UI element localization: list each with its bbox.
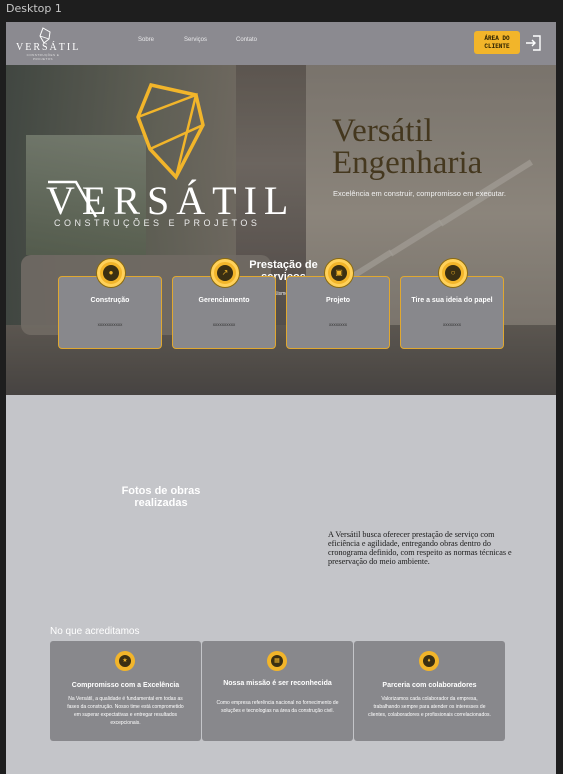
logo-subtitle: CONSTRUÇÕES E PROJETOS	[26, 53, 60, 61]
service-card-text: xxxxxxxx	[443, 322, 461, 327]
blueprint-icon: ▣	[325, 259, 353, 287]
service-card-title: Gerenciamento	[198, 297, 250, 304]
values-title: No que acreditamos	[50, 626, 140, 637]
hero-title-line1: Versátil	[332, 113, 433, 149]
value-card-excelencia: ★ Compromisso com a Excelência Na Versát…	[50, 641, 201, 741]
hero-title-line2: Engenharia	[332, 145, 483, 181]
service-card-title: Construção	[90, 297, 130, 304]
hero-title: Versátil Engenharia	[332, 113, 532, 181]
value-card-title: Compromisso com a Excelência	[71, 682, 180, 689]
about-text: A Versátil busca oferecer prestação de s…	[328, 530, 512, 566]
nav-sobre[interactable]: Sobre	[138, 37, 154, 43]
hero-logo-subtitle: CONSTRUÇÕES E PROJETOS	[54, 218, 261, 228]
photos-title: Fotos de obras realizadas	[121, 485, 201, 509]
site-header: VERSÁTIL CONSTRUÇÕES E PROJETOS Sobre Se…	[6, 22, 556, 65]
service-card-title: Tire a sua ideia do papel	[411, 297, 493, 304]
login-icon[interactable]	[524, 34, 542, 52]
lightbulb-icon: ○	[439, 259, 467, 287]
value-card-text: Valorizamos cada colaborador da empresa,…	[368, 696, 491, 718]
hero-tagline: Excelência em construir, compromisso em …	[333, 189, 506, 198]
value-card-missao: ▦ Nossa missão é ser reconhecida Como em…	[202, 641, 353, 741]
service-card-text: xxxxxxxx	[329, 322, 347, 327]
value-card-title: Nossa missão é ser reconhecida	[223, 680, 332, 687]
nav-servicos[interactable]: Serviços	[184, 37, 207, 43]
value-card-text: Na Versátil, a qualidade é fundamental e…	[67, 696, 184, 726]
service-card-text: xxxxxxxxxxx	[97, 322, 123, 327]
service-card-text: xxxxxxxxxx	[212, 322, 236, 327]
value-card-title: Parceria com colaboradores	[382, 682, 477, 689]
star-icon: ★	[115, 651, 135, 671]
handshake-icon: ♦	[419, 651, 439, 671]
people-icon: ●	[97, 259, 125, 287]
frame-label: Desktop 1	[6, 2, 62, 15]
clipboard-icon: ▦	[267, 651, 287, 671]
value-card-text: Como empresa referência nacional no forn…	[216, 700, 339, 714]
nav-contato[interactable]: Contato	[236, 37, 257, 43]
artboard: VERSÁTIL CONSTRUÇÕES E PROJETOS Sobre Se…	[6, 22, 556, 774]
logo-text[interactable]: VERSÁTIL	[16, 42, 78, 53]
client-area-button[interactable]: ÁREA DO CLIENTE	[474, 31, 520, 54]
value-card-parceria: ♦ Parceria com colaboradores Valorizamos…	[354, 641, 505, 741]
chart-icon: ↗	[211, 259, 239, 287]
hero-logo-text: VERSÁTIL	[46, 178, 296, 223]
service-card-title: Projeto	[325, 297, 351, 304]
